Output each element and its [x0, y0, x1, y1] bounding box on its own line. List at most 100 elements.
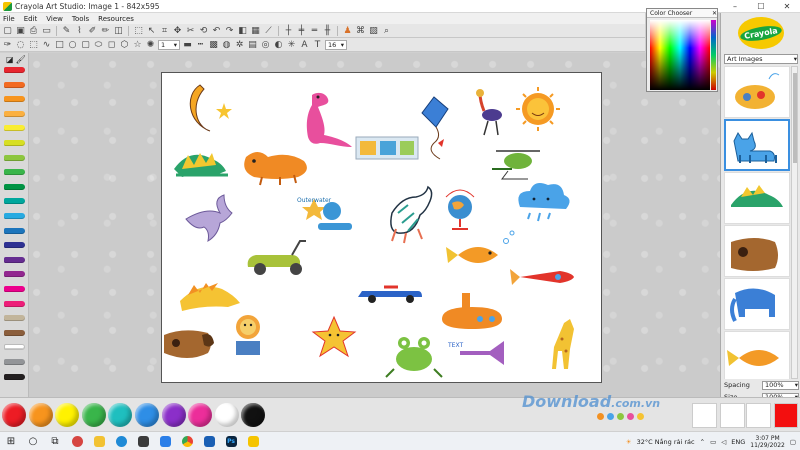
- save-icon[interactable]: ▣: [15, 25, 26, 36]
- helicopter-sticker[interactable]: [492, 150, 540, 180]
- crayon-color[interactable]: [4, 286, 25, 292]
- paint-color[interactable]: [135, 403, 159, 427]
- weather-text[interactable]: 32°C Nắng rải rác: [637, 438, 695, 446]
- thumbnail-scrollbar[interactable]: [791, 66, 798, 379]
- star-sticker[interactable]: [311, 315, 357, 358]
- menu-tools[interactable]: Tools: [72, 15, 89, 23]
- paint-color[interactable]: [81, 403, 106, 427]
- redo-icon[interactable]: ↷: [224, 25, 235, 36]
- file-explorer-icon[interactable]: [88, 432, 110, 450]
- crayon-color[interactable]: [4, 96, 25, 103]
- ruler-icon[interactable]: ═: [309, 25, 320, 36]
- chrome-icon[interactable]: [176, 432, 198, 450]
- thumbnail-blue-cat[interactable]: [724, 119, 790, 171]
- glitter-icon[interactable]: ✲: [234, 39, 245, 50]
- lion-sticker[interactable]: [236, 315, 260, 355]
- grid-icon[interactable]: ┼: [283, 25, 294, 36]
- minimize-button[interactable]: –: [722, 0, 748, 13]
- crayon-color[interactable]: [4, 183, 25, 190]
- trumpet-sticker[interactable]: TEXT: [447, 341, 504, 365]
- pencil-tool-icon[interactable]: ✎: [61, 25, 72, 36]
- select-icon[interactable]: ⬚: [28, 39, 39, 50]
- crayon-color[interactable]: [4, 154, 25, 161]
- texture-icon[interactable]: ▩: [208, 39, 219, 50]
- fill-icon[interactable]: ▦: [250, 25, 261, 36]
- ellipse-icon[interactable]: ⬭: [93, 39, 104, 50]
- rounded-rect-icon[interactable]: ▢: [80, 39, 91, 50]
- scooter-sticker[interactable]: [247, 240, 306, 275]
- paint-color[interactable]: [161, 403, 186, 427]
- scrollbar-thumb[interactable]: [793, 73, 797, 163]
- freehand-icon[interactable]: ∿: [41, 39, 52, 50]
- store-icon[interactable]: [132, 432, 154, 450]
- crayon-color[interactable]: [4, 373, 25, 380]
- menu-edit[interactable]: Edit: [24, 15, 38, 23]
- paint-color[interactable]: [55, 403, 80, 427]
- color-chooser-close-icon[interactable]: ✕: [712, 10, 717, 17]
- pink-dinosaur-sticker[interactable]: [306, 92, 352, 147]
- menu-file[interactable]: File: [3, 15, 15, 23]
- crayon-color[interactable]: [4, 271, 25, 278]
- race-car-sticker[interactable]: [358, 285, 422, 303]
- crayon-color[interactable]: [4, 300, 25, 307]
- zebra-sticker[interactable]: [390, 185, 433, 244]
- crayon-color[interactable]: [4, 256, 25, 263]
- spiral-icon[interactable]: ✺: [145, 39, 156, 50]
- square-icon[interactable]: ◻: [106, 39, 117, 50]
- sparkle-icon[interactable]: ✳: [286, 39, 297, 50]
- outerwater-badge-sticker[interactable]: Outerwater: [297, 197, 352, 230]
- purple-dragon-sticker[interactable]: [185, 194, 233, 243]
- thumbnail-orange-fish[interactable]: [724, 331, 790, 379]
- notification-icon[interactable]: ▢: [790, 438, 796, 446]
- crayon-tool-icon[interactable]: ✐: [87, 25, 98, 36]
- move-icon[interactable]: ✥: [172, 25, 183, 36]
- image-icon[interactable]: ▨: [368, 25, 379, 36]
- spacing-select[interactable]: 100% ▾: [762, 380, 799, 390]
- pointer-icon[interactable]: ↖: [146, 25, 157, 36]
- orange-fish-sticker[interactable]: [446, 230, 515, 263]
- paint-color[interactable]: [28, 403, 53, 427]
- open-folder-icon[interactable]: ▭: [41, 25, 52, 36]
- yellow-dinosaur-sticker[interactable]: [180, 283, 240, 311]
- crayola-taskbar-icon[interactable]: [242, 432, 264, 450]
- crayon-color[interactable]: [4, 198, 25, 205]
- sun-sticker[interactable]: [516, 87, 560, 131]
- text-tool-icon[interactable]: A: [299, 39, 310, 50]
- lasso-icon[interactable]: ◌: [15, 39, 26, 50]
- moon-sticker[interactable]: [189, 84, 232, 132]
- crayon-color[interactable]: [4, 125, 25, 132]
- volume-icon[interactable]: ◁: [721, 438, 726, 446]
- opacity-icon[interactable]: ◐: [273, 39, 284, 50]
- rectangle-icon[interactable]: □: [54, 39, 65, 50]
- person-icon[interactable]: ♟: [342, 25, 353, 36]
- zoom-icon[interactable]: ⌕: [381, 25, 392, 36]
- eraser-tool-icon[interactable]: ◫: [113, 25, 124, 36]
- color-spectrum[interactable]: [650, 20, 710, 90]
- gradient-icon[interactable]: ◧: [237, 25, 248, 36]
- category-dropdown[interactable]: Art Images ▾: [724, 54, 798, 64]
- paint-color[interactable]: [241, 403, 266, 427]
- clock[interactable]: 3:07 PM 11/29/2022: [750, 435, 785, 449]
- menu-resources[interactable]: Resources: [98, 15, 134, 23]
- pattern-icon[interactable]: ▤: [247, 39, 258, 50]
- dash-style-icon[interactable]: ┅: [195, 39, 206, 50]
- stamp-icon[interactable]: ⌘: [355, 25, 366, 36]
- crayon-color[interactable]: [4, 329, 25, 336]
- brush-size-stepper[interactable]: 1 ▾: [158, 39, 180, 50]
- drawing-canvas[interactable]: Outerwater TEXT: [161, 72, 602, 383]
- circle-icon[interactable]: ○: [67, 39, 78, 50]
- cloud-sticker[interactable]: [518, 183, 570, 222]
- green-stegosaurus-sticker[interactable]: [174, 153, 228, 177]
- pen-icon[interactable]: ✑: [2, 39, 13, 50]
- recent-color-swatch[interactable]: [746, 403, 771, 428]
- search-icon[interactable]: ○: [22, 432, 44, 450]
- mail-icon[interactable]: [198, 432, 220, 450]
- submarine-sticker[interactable]: [442, 293, 502, 329]
- rocket-sticker[interactable]: [510, 269, 574, 285]
- menu-view[interactable]: View: [46, 15, 63, 23]
- paint-color[interactable]: [188, 403, 213, 427]
- current-color-swatch[interactable]: [774, 403, 798, 428]
- thumbnail-green-dinosaur[interactable]: [724, 172, 790, 224]
- font-size-stepper[interactable]: 16 ▾: [325, 39, 347, 50]
- chevron-up-icon[interactable]: ⌃: [700, 438, 705, 446]
